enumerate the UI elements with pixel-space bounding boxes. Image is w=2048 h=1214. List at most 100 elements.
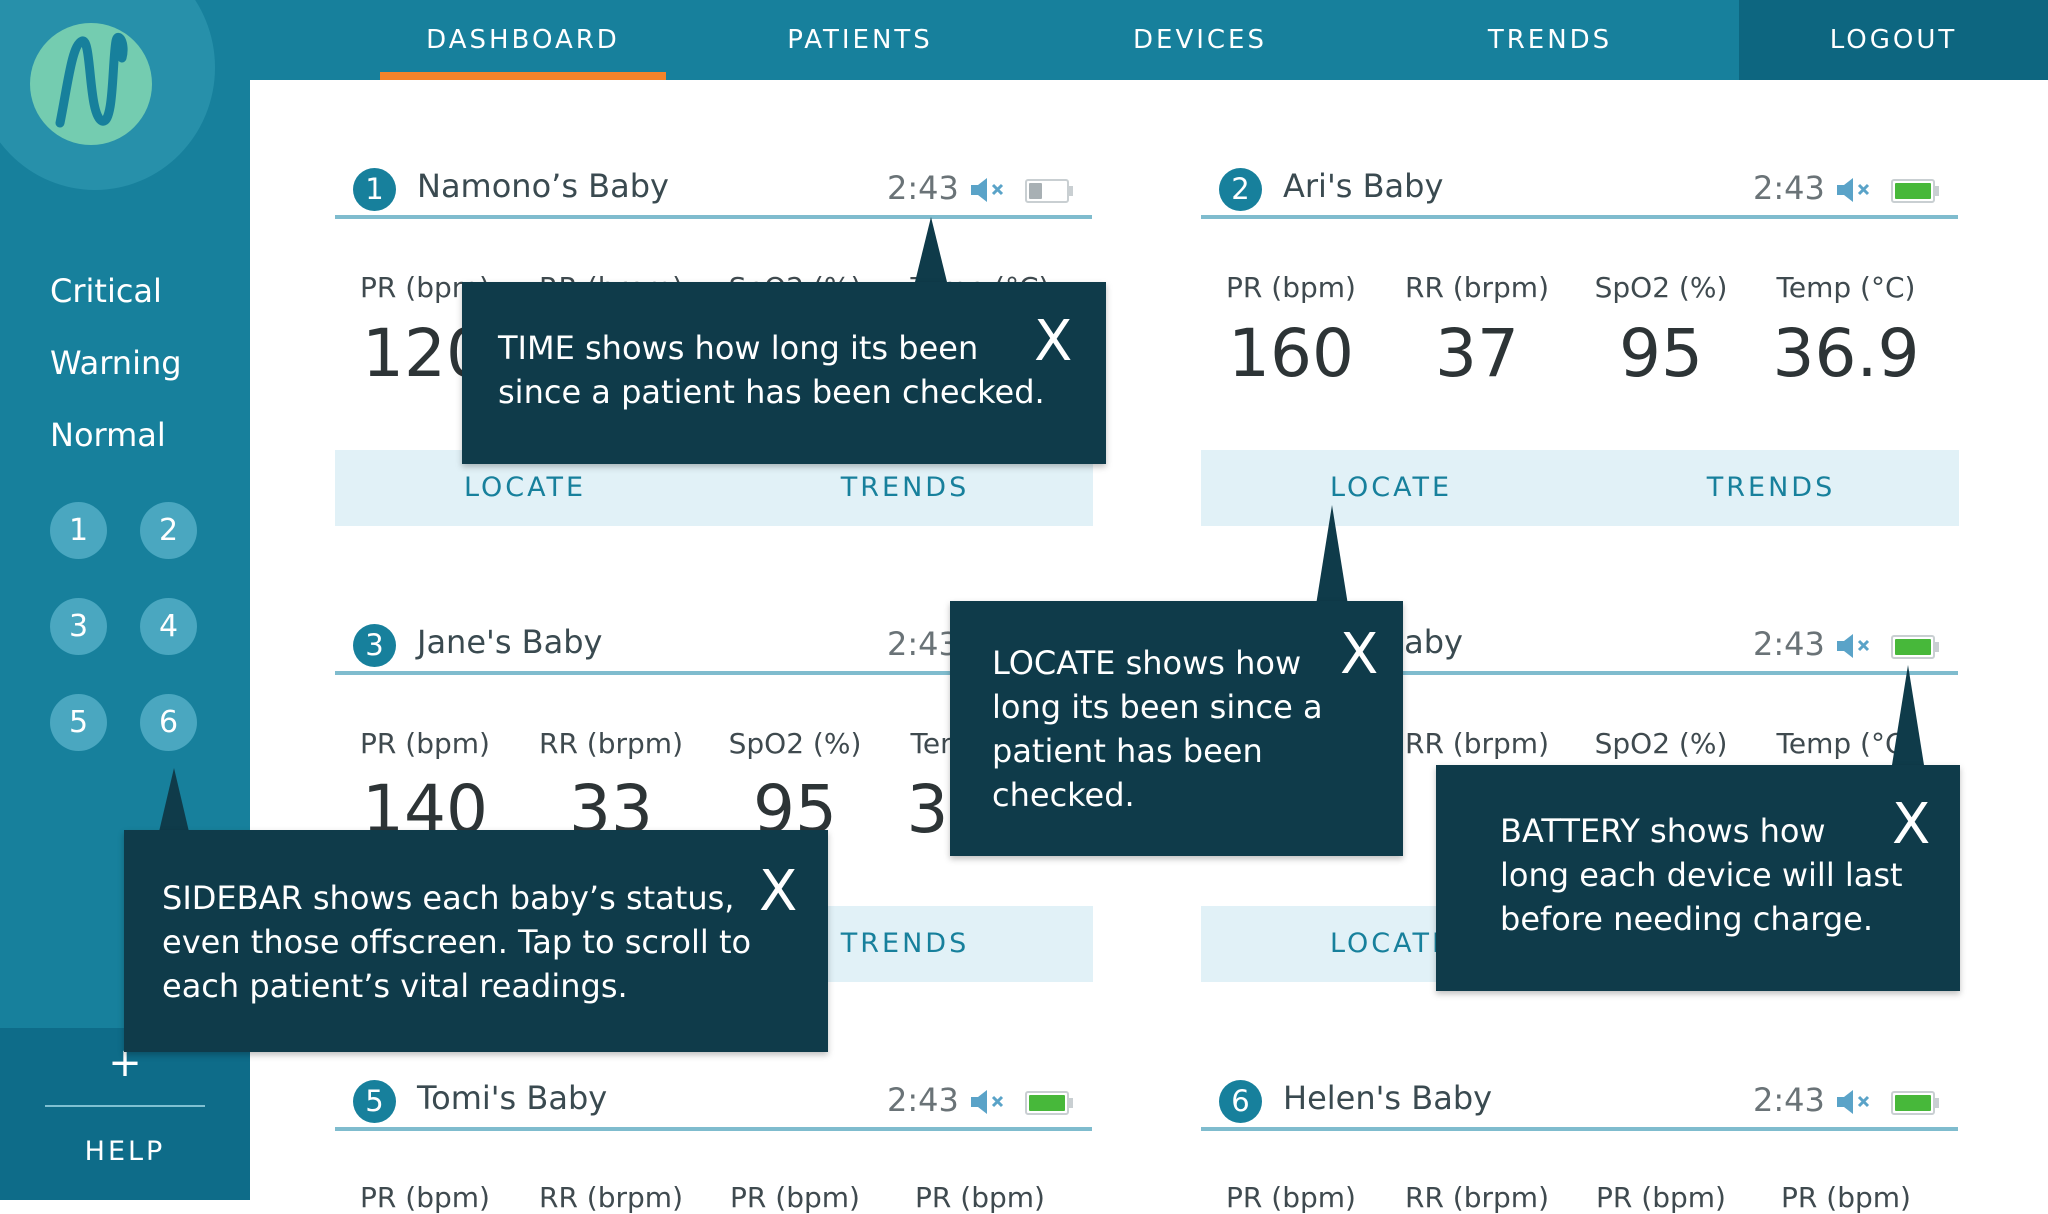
sidebar-status-warning[interactable]: Warning (50, 344, 182, 382)
patient-number-badge: 6 (1219, 1080, 1262, 1123)
vital-label: SpO2 (%) (728, 727, 862, 760)
vital-label: RR (brpm) (539, 1181, 683, 1214)
sidebar-patient-5[interactable]: 5 (50, 694, 107, 751)
logout-button[interactable]: LOGOUT (1739, 0, 2048, 80)
time-tooltip: TIME shows how long its been since a pat… (462, 282, 1106, 464)
patient-number-badge: 1 (353, 168, 396, 211)
vital-label: PR (bpm) (360, 1181, 490, 1214)
patient-number-badge: 3 (353, 624, 396, 667)
locate-tooltip-arrow (1316, 505, 1348, 605)
vital-label: PR (bpm) (1226, 1181, 1356, 1214)
time-since-check: 2:43 (887, 1081, 959, 1119)
locate-tooltip-line-4: checked. (992, 776, 1135, 814)
battery-tooltip-arrow (1892, 665, 1924, 765)
vital-label: PR (bpm) (1226, 271, 1356, 304)
patient-name: Helen's Baby (1283, 1079, 1493, 1117)
battery-tooltip-line-2: long each device will last (1500, 856, 1903, 894)
speaker-muted-icon[interactable] (1835, 1087, 1873, 1117)
time-since-check: 2:43 (887, 625, 959, 663)
trends-button[interactable]: TRENDS (1621, 450, 1921, 526)
locate-tooltip-line-1: LOCATE shows how (992, 644, 1302, 682)
time-since-check: 2:43 (1753, 169, 1825, 207)
active-tab-indicator (380, 72, 666, 80)
vital-label: RR (brpm) (1405, 1181, 1549, 1214)
sidebar-status-normal[interactable]: Normal (50, 416, 166, 454)
battery-icon (1025, 179, 1069, 203)
tab-dashboard[interactable]: DASHBOARD (380, 0, 666, 80)
sidebar-patient-2[interactable]: 2 (140, 502, 197, 559)
card-header-line (1201, 1127, 1958, 1131)
vital-label: PR (bpm) (915, 1181, 1045, 1214)
vital-label: RR (brpm) (539, 727, 683, 760)
battery-cap (1069, 1098, 1073, 1108)
card-header-line (335, 215, 1092, 219)
patient-number-badge: 2 (1219, 168, 1262, 211)
sidebar-tooltip-arrow (158, 768, 190, 836)
battery-tooltip-line-3: before needing charge. (1500, 900, 1874, 938)
locate-button[interactable]: LOCATE (1241, 450, 1541, 526)
battery-icon (1891, 1091, 1935, 1115)
vital-value: 36.9 (1772, 315, 1920, 392)
help-button[interactable]: HELP (0, 1136, 250, 1167)
time-tooltip-line-1: TIME shows how long its been (498, 329, 979, 367)
battery-cap (1069, 186, 1073, 196)
time-since-check: 2:43 (1753, 625, 1825, 663)
sidebar-tooltip: SIDEBAR shows each baby’s status, even t… (124, 830, 828, 1052)
vital-value: 95 (1619, 315, 1703, 392)
battery-tooltip-line-1: BATTERY shows how (1500, 812, 1826, 850)
vital-value: 37 (1435, 315, 1519, 392)
time-tooltip-arrow (915, 217, 947, 282)
logo-icon[interactable] (30, 23, 152, 145)
sidebar-patient-4[interactable]: 4 (140, 598, 197, 655)
tab-trends[interactable]: TRENDS (1410, 0, 1690, 80)
speaker-muted-icon[interactable] (969, 175, 1007, 205)
sidebar-tooltip-line-3: each patient’s vital readings. (162, 967, 628, 1005)
close-icon[interactable]: X (1892, 797, 1930, 853)
sidebar-patient-3[interactable]: 3 (50, 598, 107, 655)
vital-label: PR (bpm) (1781, 1181, 1911, 1214)
sidebar-status-critical[interactable]: Critical (50, 272, 162, 310)
speaker-muted-icon[interactable] (1835, 631, 1873, 661)
vital-label: SpO2 (%) (1594, 727, 1728, 760)
time-since-check: 2:43 (887, 169, 959, 207)
battery-icon (1891, 635, 1935, 659)
locate-tooltip-line-2: long its been since a (992, 688, 1323, 726)
battery-icon (1025, 1091, 1069, 1115)
patient-name: Namono’s Baby (417, 167, 669, 205)
sidebar-tooltip-line-2: even those offscreen. Tap to scroll to (162, 923, 752, 961)
card-header-line (1201, 215, 1958, 219)
patient-name: Tomi's Baby (417, 1079, 608, 1117)
battery-icon (1891, 179, 1935, 203)
close-icon[interactable]: X (759, 864, 797, 920)
sidebar-patient-6[interactable]: 6 (140, 694, 197, 751)
tab-devices[interactable]: DEVICES (1060, 0, 1340, 80)
sidebar-patient-1[interactable]: 1 (50, 502, 107, 559)
vital-value: 160 (1228, 315, 1354, 392)
vital-label: SpO2 (%) (1594, 271, 1728, 304)
vital-label: PR (bpm) (730, 1181, 860, 1214)
locate-tooltip-line-3: patient has been (992, 732, 1263, 770)
time-since-check: 2:43 (1753, 1081, 1825, 1119)
battery-cap (1935, 186, 1939, 196)
vital-label: RR (brpm) (1405, 271, 1549, 304)
battery-tooltip: BATTERY shows how long each device will … (1436, 765, 1960, 991)
close-icon[interactable]: X (1034, 314, 1072, 370)
close-icon[interactable]: X (1340, 627, 1378, 683)
vital-label: PR (bpm) (360, 727, 490, 760)
time-tooltip-line-2: since a patient has been checked. (498, 373, 1045, 411)
speaker-muted-icon[interactable] (969, 1087, 1007, 1117)
vital-label: PR (bpm) (1596, 1181, 1726, 1214)
tab-patients[interactable]: PATIENTS (720, 0, 1000, 80)
help-divider (45, 1105, 205, 1107)
battery-cap (1935, 1098, 1939, 1108)
sidebar-tooltip-line-1: SIDEBAR shows each baby’s status, (162, 879, 735, 917)
battery-cap (1935, 642, 1939, 652)
vital-label: Temp (°C) (1776, 271, 1916, 304)
locate-tooltip: LOCATE shows how long its been since a p… (950, 601, 1403, 856)
patient-number-badge: 5 (353, 1080, 396, 1123)
speaker-muted-icon[interactable] (1835, 175, 1873, 205)
patient-name: Jane's Baby (417, 623, 603, 661)
patient-name: Ari's Baby (1283, 167, 1444, 205)
card-header-line (335, 1127, 1092, 1131)
vital-label: RR (brpm) (1405, 727, 1549, 760)
